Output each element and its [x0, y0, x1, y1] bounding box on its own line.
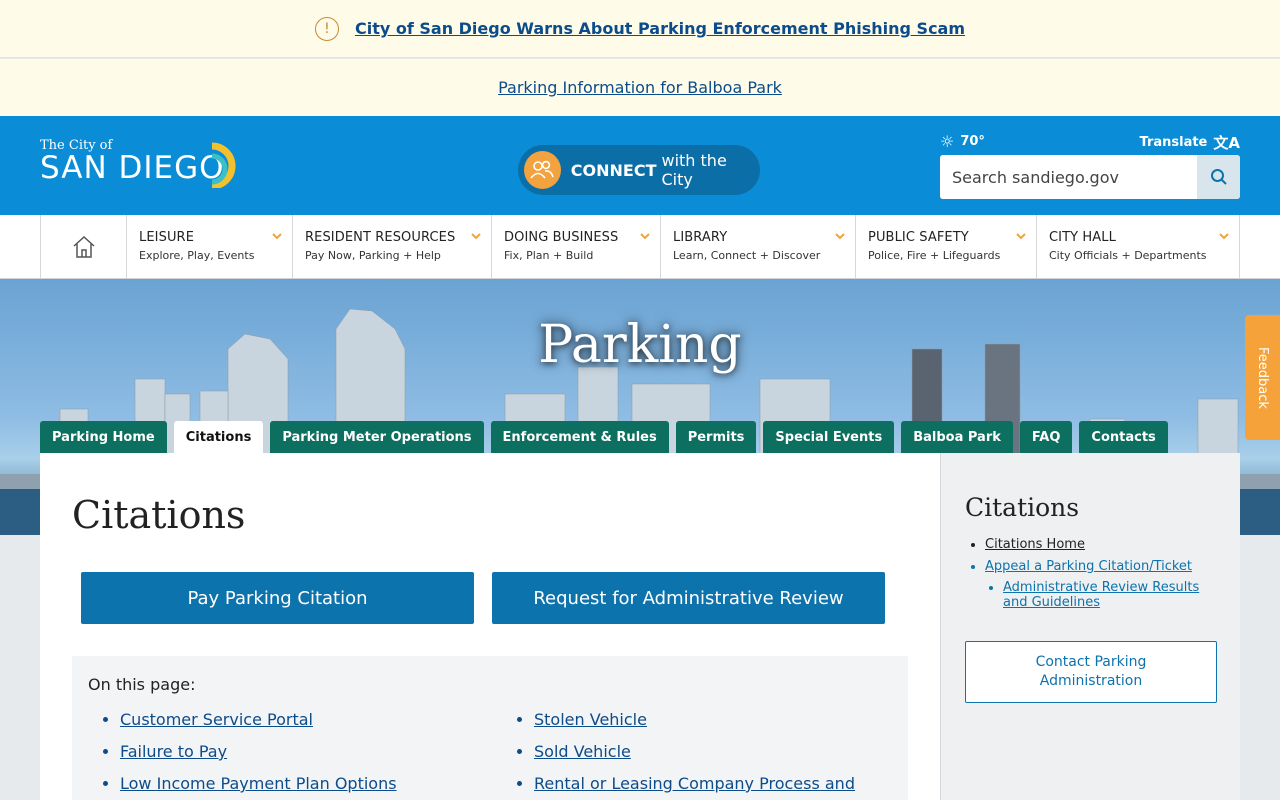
- toc-link[interactable]: Sold Vehicle: [534, 742, 631, 761]
- nav-title: CITY HALL: [1049, 230, 1116, 245]
- connect-bold-label: CONNECT: [570, 160, 657, 180]
- nav-subtitle: Explore, Play, Events: [139, 249, 255, 262]
- toc-list-right: Stolen Vehicle Sold Vehicle Rental or Le…: [534, 710, 855, 800]
- balboa-banner: Parking Information for Balboa Park: [0, 59, 1280, 116]
- tab-citations[interactable]: Citations: [173, 421, 264, 453]
- sidebar-item-appeal[interactable]: Appeal a Parking Citation/Ticket: [985, 559, 1192, 574]
- list-item: Low Income Payment Plan Options: [120, 774, 397, 796]
- phishing-alert-link[interactable]: City of San Diego Warns About Parking En…: [355, 19, 965, 38]
- nav-subtitle: Police, Fire + Lifeguards: [868, 249, 1001, 262]
- list-item: Citations Home: [985, 537, 1225, 552]
- admin-review-button[interactable]: Request for Administrative Review: [492, 572, 885, 624]
- list-item: Stolen Vehicle: [534, 710, 855, 732]
- connect-button[interactable]: CONNECT with the City: [518, 145, 760, 195]
- list-item: Appeal a Parking Citation/Ticket Adminis…: [985, 559, 1225, 610]
- balboa-parking-link[interactable]: Parking Information for Balboa Park: [498, 78, 782, 97]
- chevron-down-icon: [640, 233, 650, 240]
- search-icon: [1210, 169, 1227, 185]
- nav-title: PUBLIC SAFETY: [868, 230, 969, 245]
- tab-permits[interactable]: Permits: [675, 421, 757, 453]
- sidebar: Citations Citations Home Appeal a Parkin…: [940, 453, 1240, 800]
- tab-balboa-park[interactable]: Balboa Park: [901, 421, 1013, 453]
- on-this-page-label: On this page:: [88, 675, 196, 694]
- sidebar-item-review-results[interactable]: Administrative Review Results and Guidel…: [1003, 580, 1199, 610]
- chevron-down-icon: [1219, 233, 1229, 240]
- list-item: Customer Service Portal: [120, 710, 397, 732]
- feedback-label: Feedback: [1255, 346, 1270, 409]
- nav-subtitle: Learn, Connect + Discover: [673, 249, 821, 262]
- sidebar-submenu: Administrative Review Results and Guidel…: [1003, 580, 1225, 610]
- toc-link[interactable]: Customer Service Portal: [120, 710, 313, 729]
- translate-button[interactable]: Translate 文A: [1140, 132, 1241, 153]
- on-this-page-box: On this page: Customer Service Portal Fa…: [72, 656, 908, 800]
- tab-parking-home[interactable]: Parking Home: [40, 421, 167, 453]
- nav-item-leisure[interactable]: LEISURE Explore, Play, Events: [127, 215, 293, 279]
- list-item: Failure to Pay: [120, 742, 397, 764]
- toc-link[interactable]: Failure to Pay: [120, 742, 227, 761]
- sidebar-title: Citations: [965, 493, 1080, 522]
- nav-subtitle: Fix, Plan + Build: [504, 249, 594, 262]
- weather-widget: ☼ 70°: [940, 132, 985, 151]
- toc-link[interactable]: Rental or Leasing Company Process and: [534, 774, 855, 793]
- translate-label: Translate: [1139, 135, 1208, 150]
- site-header: The City of SAN DIEGO CONNECT with the C…: [0, 116, 1280, 215]
- nav-title: LEISURE: [139, 230, 195, 245]
- search-button[interactable]: [1197, 155, 1240, 199]
- people-icon: [524, 151, 561, 189]
- nav-item-library[interactable]: LIBRARY Learn, Connect + Discover: [661, 215, 856, 279]
- chevron-down-icon: [835, 233, 845, 240]
- chevron-down-icon: [272, 233, 282, 240]
- nav-item-city-hall[interactable]: CITY HALL City Officials + Departments: [1037, 215, 1239, 279]
- list-item: Sold Vehicle: [534, 742, 855, 764]
- tab-contacts[interactable]: Contacts: [1079, 421, 1168, 453]
- nav-subtitle: Pay Now, Parking + Help: [305, 249, 441, 262]
- city-logo[interactable]: The City of SAN DIEGO: [40, 138, 236, 188]
- nav-item-public-safety[interactable]: PUBLIC SAFETY Police, Fire + Lifeguards: [856, 215, 1037, 279]
- logo-big-text: SAN DIEGO: [40, 150, 225, 186]
- tab-faq[interactable]: FAQ: [1019, 421, 1073, 453]
- list-item: Rental or Leasing Company Process and: [534, 774, 855, 796]
- nav-title: DOING BUSINESS: [504, 230, 619, 245]
- page-hero-title: Parking: [538, 315, 742, 375]
- toc-link[interactable]: Stolen Vehicle: [534, 710, 647, 729]
- main-nav: LEISURE Explore, Play, Events RESIDENT R…: [0, 215, 1280, 279]
- warning-icon: !: [314, 16, 339, 41]
- section-tabs: Parking Home Citations Parking Meter Ope…: [40, 421, 1175, 453]
- home-icon: [72, 235, 95, 258]
- toc-link[interactable]: Low Income Payment Plan Options: [120, 774, 397, 793]
- toc-list-left: Customer Service Portal Failure to Pay L…: [120, 710, 397, 800]
- translate-icon: 文A: [1213, 134, 1240, 152]
- tab-parking-meter-operations[interactable]: Parking Meter Operations: [270, 421, 484, 453]
- tab-special-events[interactable]: Special Events: [763, 421, 895, 453]
- contact-parking-button[interactable]: Contact Parking Administration: [965, 641, 1217, 703]
- search-input[interactable]: [940, 155, 1197, 199]
- pay-citation-button[interactable]: Pay Parking Citation: [81, 572, 474, 624]
- connect-label: with the City: [661, 151, 727, 189]
- sun-icon: ☼: [940, 132, 955, 151]
- chevron-down-icon: [1016, 233, 1026, 240]
- sidebar-item-citations-home[interactable]: Citations Home: [985, 537, 1085, 552]
- feedback-tab[interactable]: Feedback: [1245, 315, 1280, 440]
- page-title: Citations: [72, 493, 246, 537]
- nav-item-resident-resources[interactable]: RESIDENT RESOURCES Pay Now, Parking + He…: [293, 215, 492, 279]
- nav-item-doing-business[interactable]: DOING BUSINESS Fix, Plan + Build: [492, 215, 661, 279]
- nav-home[interactable]: [41, 215, 127, 279]
- nav-subtitle: City Officials + Departments: [1049, 249, 1207, 262]
- main-content: Citations Pay Parking Citation Request f…: [40, 453, 940, 800]
- chevron-down-icon: [471, 233, 481, 240]
- nav-title: RESIDENT RESOURCES: [305, 230, 456, 245]
- tab-enforcement-rules[interactable]: Enforcement & Rules: [490, 421, 669, 453]
- logo-sun-icon: [211, 142, 236, 188]
- nav-title: LIBRARY: [673, 230, 728, 245]
- alert-banner: ! City of San Diego Warns About Parking …: [0, 0, 1280, 58]
- sidebar-menu: Citations Home Appeal a Parking Citation…: [985, 537, 1225, 617]
- list-item: Administrative Review Results and Guidel…: [1003, 580, 1225, 610]
- weather-temp: 70°: [960, 134, 985, 149]
- search-box: [940, 155, 1240, 199]
